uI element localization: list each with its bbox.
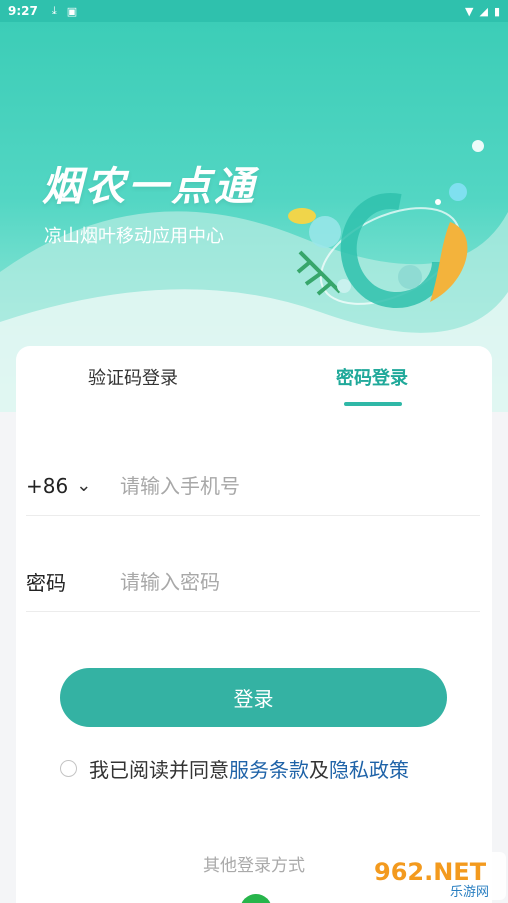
a-icon: ▣ (66, 4, 78, 18)
chevron-down-icon: ⌄ (76, 475, 92, 496)
watermark-logo: 962.NET 乐游网 (368, 852, 506, 900)
active-tab-indicator (344, 402, 402, 406)
login-button[interactable]: 登录 (60, 668, 447, 727)
country-code: +86 (26, 473, 69, 498)
login-card: 验证码登录 密码登录 +86 ⌄ 密码 登录 我已阅读并同意 服务条款 及 隐私… (16, 346, 492, 903)
status-time: 9:27 (8, 4, 38, 18)
signal-icon: ◢ (479, 4, 488, 18)
app-subtitle: 凉山烟叶移动应用中心 (44, 226, 224, 247)
wechat-login-icon[interactable] (240, 894, 272, 903)
agreement-row: 我已阅读并同意 服务条款 及 隐私政策 (60, 754, 409, 783)
agreement-checkbox[interactable] (60, 760, 77, 777)
password-label: 密码 (26, 571, 66, 595)
tab-password-login[interactable]: 密码登录 (336, 364, 408, 390)
password-input[interactable] (120, 569, 480, 594)
download-icon: ⤓ (51, 4, 57, 17)
terms-link[interactable]: 服务条款 (229, 754, 309, 783)
country-code-selector[interactable]: +86 ⌄ (26, 474, 120, 498)
app-title: 烟农一点通 (42, 164, 257, 210)
agreement-and: 及 (309, 758, 329, 782)
watermark-subtext: 乐游网 (450, 885, 489, 900)
phone-row: +86 ⌄ (26, 456, 480, 516)
privacy-link[interactable]: 隐私政策 (329, 754, 409, 783)
wifi-icon: ▼ (465, 4, 474, 18)
password-row: 密码 (26, 552, 480, 612)
tab-sms-login[interactable]: 验证码登录 (88, 364, 178, 390)
agreement-text: 我已阅读并同意 (89, 758, 229, 782)
phone-input[interactable] (120, 473, 480, 498)
watermark-brand: 962.NET (374, 858, 487, 886)
status-bar: 9:27 ⤓ ▣ ▼ ◢ ▮ (0, 0, 508, 22)
battery-icon: ▮ (493, 4, 500, 18)
